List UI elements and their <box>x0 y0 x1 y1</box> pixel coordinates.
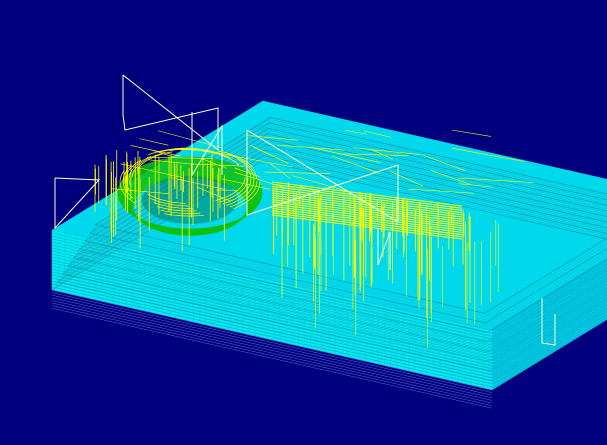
rapid-move-line <box>451 129 491 137</box>
outline-polyline <box>122 74 219 152</box>
stock-block-wireframe <box>51 100 607 409</box>
pocket-floor <box>142 176 238 224</box>
3d-viewport[interactable] <box>0 0 607 445</box>
rapid-move-line <box>139 138 169 146</box>
wireframe-scene[interactable] <box>0 0 607 445</box>
